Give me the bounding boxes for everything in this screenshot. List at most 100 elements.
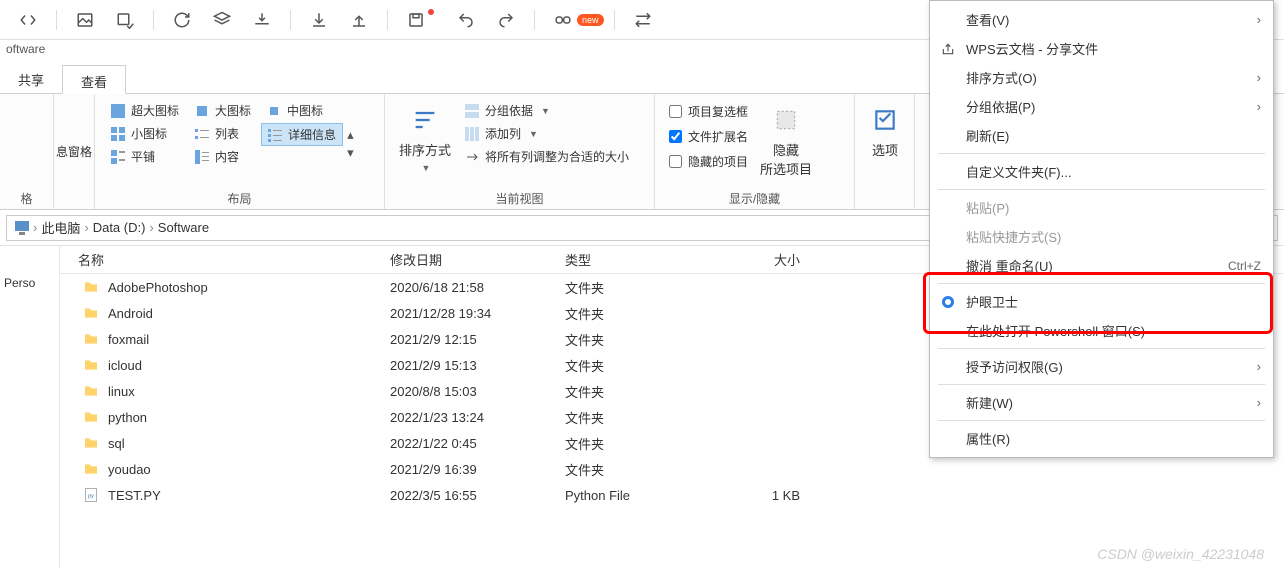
refresh-icon[interactable]: [164, 5, 200, 35]
cm-properties[interactable]: 属性(R): [930, 424, 1273, 453]
file-size: 1 KB: [720, 488, 820, 503]
file-type: 文件夹: [565, 434, 720, 453]
code-icon[interactable]: [10, 5, 46, 35]
cm-eye-guard[interactable]: 护眼卫士: [930, 287, 1273, 316]
file-name: linux: [108, 384, 135, 399]
file-row[interactable]: youdao 2021/2/9 16:39文件夹: [60, 456, 1284, 482]
file-type: 文件夹: [565, 382, 720, 401]
folder-icon: [82, 304, 100, 322]
cm-grant-access[interactable]: 授予访问权限(G)›: [930, 352, 1273, 381]
link-icon[interactable]: [545, 5, 581, 35]
fit-columns[interactable]: 将所有列调整为合适的大小: [459, 146, 635, 167]
layout-list[interactable]: 列表: [189, 123, 257, 144]
breadcrumb-folder[interactable]: Software: [158, 220, 209, 235]
pc-icon: [15, 221, 29, 235]
cm-wps[interactable]: WPS云文档 - 分享文件: [930, 34, 1273, 63]
sidebar-item[interactable]: Perso: [4, 276, 55, 290]
tab-share[interactable]: 共享: [0, 64, 62, 93]
cm-refresh[interactable]: 刷新(E): [930, 121, 1273, 150]
file-name: sql: [108, 436, 125, 451]
file-date: 2021/2/9 15:13: [390, 358, 565, 373]
image-icon[interactable]: [67, 5, 103, 35]
cm-view[interactable]: 查看(V)›: [930, 5, 1273, 34]
file-date: 2021/2/9 16:39: [390, 462, 565, 477]
download-icon[interactable]: [301, 5, 337, 35]
breadcrumb-drive[interactable]: Data (D:): [93, 220, 146, 235]
file-date: 2021/12/28 19:34: [390, 306, 565, 321]
cm-paste: 粘贴(P): [930, 193, 1273, 222]
col-type[interactable]: 类型: [565, 250, 720, 269]
stack-icon[interactable]: [204, 5, 240, 35]
hide-selected[interactable]: 隐藏 所选项目: [756, 100, 816, 188]
undo-icon[interactable]: [448, 5, 484, 35]
file-row[interactable]: py TEST.PY 2022/3/5 16:55Python File1 KB: [60, 482, 1284, 508]
chk-file-ext[interactable]: 文件扩展名: [665, 125, 752, 148]
redo-icon[interactable]: [488, 5, 524, 35]
file-date: 2020/6/18 21:58: [390, 280, 565, 295]
swap-icon[interactable]: [625, 5, 661, 35]
upload-icon[interactable]: [341, 5, 377, 35]
file-type: 文件夹: [565, 304, 720, 323]
chk-item-checkboxes[interactable]: 项目复选框: [665, 100, 752, 123]
folder-icon: [82, 278, 100, 296]
context-menu: 查看(V)› WPS云文档 - 分享文件 排序方式(O)› 分组依据(P)› 刷…: [929, 0, 1274, 458]
file-date: 2020/8/8 15:03: [390, 384, 565, 399]
ribbon-layout-label: 布局: [105, 190, 374, 207]
cm-paste-shortcut: 粘贴快捷方式(S): [930, 222, 1273, 251]
watermark: CSDN @weixin_42231048: [1097, 546, 1264, 562]
layout-l-icons[interactable]: 大图标: [189, 100, 257, 121]
group-by[interactable]: 分组依据 ▼: [459, 100, 635, 121]
file-type: 文件夹: [565, 330, 720, 349]
folder-icon: [82, 434, 100, 452]
notification-dot: [428, 9, 434, 15]
breadcrumb[interactable]: › 此电脑 › Data (D:) › Software ⌄: [6, 215, 1038, 241]
file-type: 文件夹: [565, 356, 720, 375]
preview-pane[interactable]: 息窗格: [56, 143, 92, 160]
cm-custom-folder[interactable]: 自定义文件夹(F)...: [930, 157, 1273, 186]
export-icon[interactable]: [244, 5, 280, 35]
new-badge: new: [577, 14, 604, 26]
folder-icon: [82, 356, 100, 374]
folder-icon: [82, 330, 100, 348]
file-date: 2021/2/9 12:15: [390, 332, 565, 347]
file-name: youdao: [108, 462, 151, 477]
tab-view[interactable]: 查看: [62, 65, 126, 94]
file-type: 文件夹: [565, 408, 720, 427]
file-name: AdobePhotoshop: [108, 280, 208, 295]
col-date[interactable]: 修改日期: [390, 250, 565, 269]
file-type: 文件夹: [565, 460, 720, 479]
file-name: TEST.PY: [108, 488, 161, 503]
layout-details[interactable]: 详细信息: [261, 123, 343, 146]
col-size[interactable]: 大小: [720, 250, 820, 269]
folder-icon: [82, 460, 100, 478]
add-column[interactable]: 添加列 ▼: [459, 123, 635, 144]
cm-new[interactable]: 新建(W)›: [930, 388, 1273, 417]
chk-hidden-items[interactable]: 隐藏的项目: [665, 150, 752, 173]
file-name: foxmail: [108, 332, 149, 347]
file-type: Python File: [565, 488, 720, 503]
nav-pane-button[interactable]: [10, 100, 50, 188]
file-date: 2022/1/23 13:24: [390, 410, 565, 425]
file-date: 2022/3/5 16:55: [390, 488, 565, 503]
layout-m-icons[interactable]: 中图标: [261, 100, 343, 121]
eye-icon: [940, 294, 956, 310]
share-icon: [940, 41, 956, 57]
cm-group[interactable]: 分组依据(P)›: [930, 92, 1273, 121]
options-button[interactable]: 选项: [865, 100, 905, 191]
cm-sort[interactable]: 排序方式(O)›: [930, 63, 1273, 92]
file-type: 文件夹: [565, 278, 720, 297]
ribbon-pane-label: 格: [10, 190, 43, 207]
nav-sidebar[interactable]: Perso: [0, 246, 60, 568]
layout-xl-icons[interactable]: 超大图标: [105, 100, 185, 121]
sort-button[interactable]: 排序方式▼: [395, 100, 455, 188]
image-check-icon[interactable]: [107, 5, 143, 35]
cm-undo[interactable]: 撤消 重命名(U)Ctrl+Z: [930, 251, 1273, 280]
file-date: 2022/1/22 0:45: [390, 436, 565, 451]
layout-tile[interactable]: 平铺: [105, 146, 185, 167]
layout-s-icons[interactable]: 小图标: [105, 123, 185, 144]
layout-content[interactable]: 内容: [189, 146, 257, 167]
breadcrumb-pc[interactable]: 此电脑: [41, 218, 80, 237]
cm-powershell[interactable]: 在此处打开 Powershell 窗口(S): [930, 316, 1273, 345]
python-file-icon: py: [82, 486, 100, 504]
col-name[interactable]: 名称: [60, 250, 390, 269]
